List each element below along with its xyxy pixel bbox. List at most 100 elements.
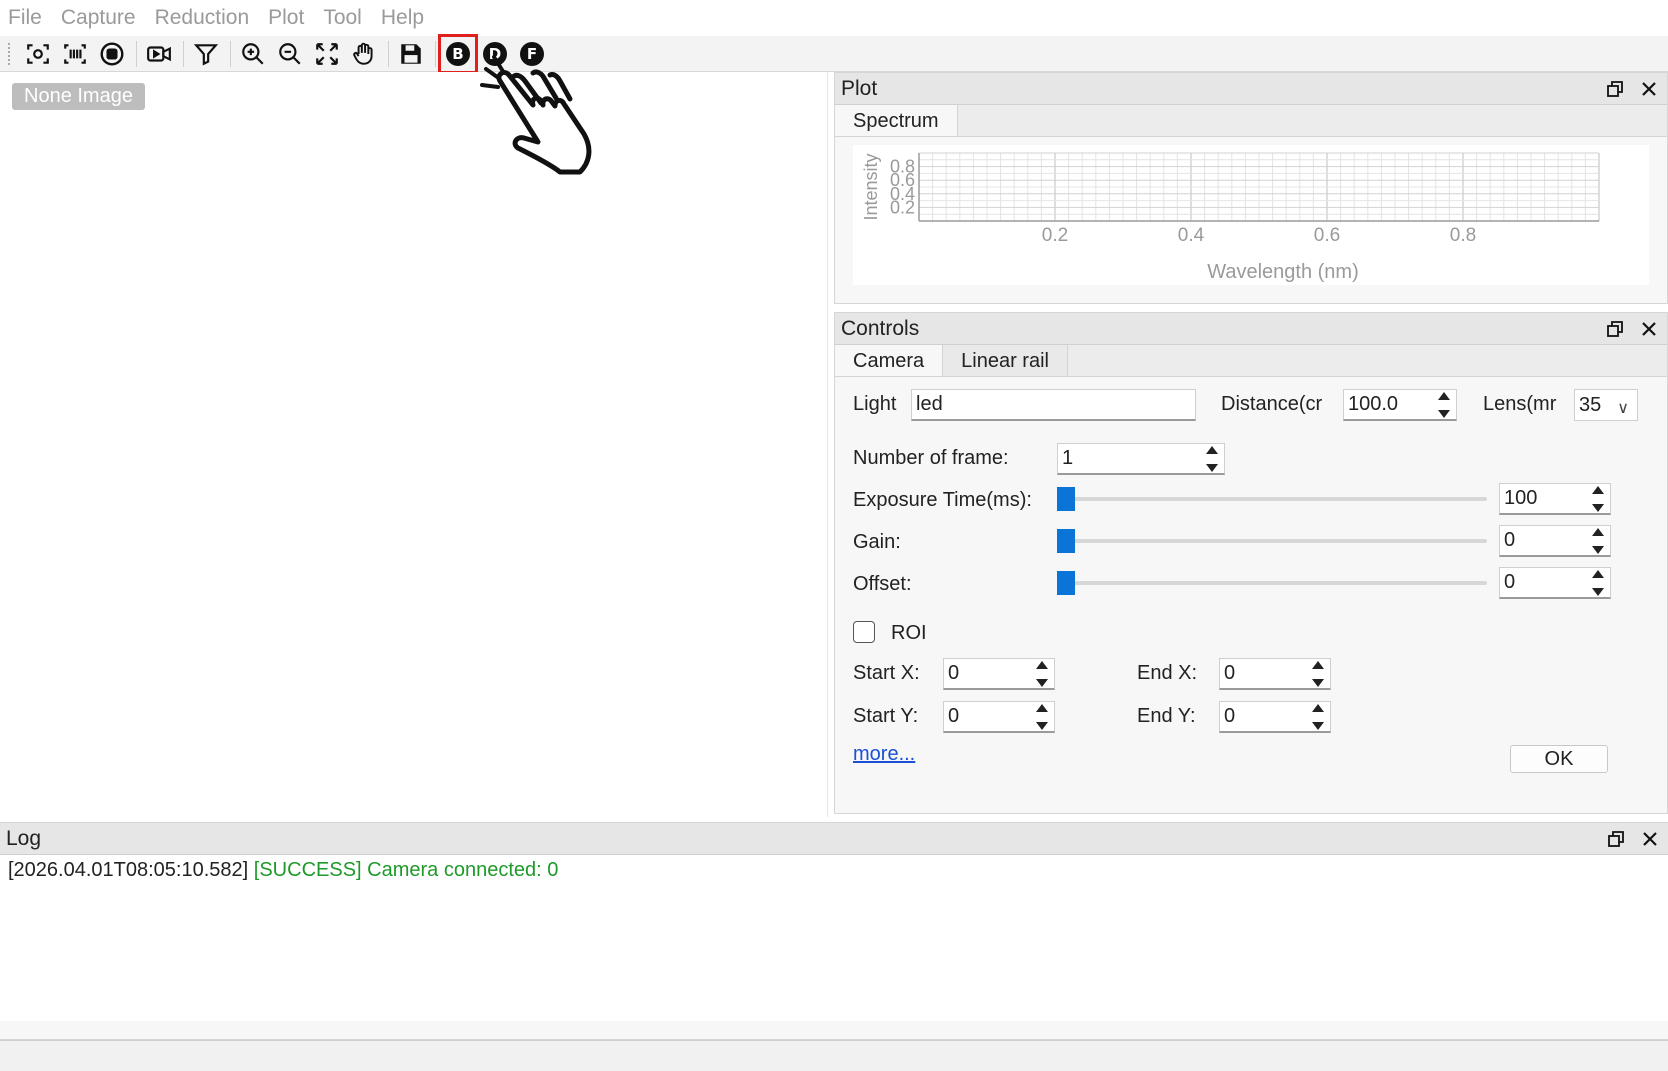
zoom-in-button[interactable] (237, 38, 269, 70)
tab-camera[interactable]: Camera (835, 345, 944, 376)
end-x-value: 0 (1224, 662, 1236, 684)
stop-circle-icon (100, 42, 124, 65)
controls-panel-title-text: Controls (841, 316, 920, 340)
plot-panel-title: Plot (835, 73, 1667, 105)
light-label: Light (853, 393, 897, 415)
start-x-spinbox[interactable]: 0 (943, 658, 1055, 690)
distance-spinbox[interactable]: 100.0 (1343, 389, 1457, 421)
light-input[interactable]: led (911, 389, 1196, 421)
start-x-stepper[interactable] (1034, 661, 1050, 687)
exposure-spinbox[interactable]: 100 (1499, 483, 1611, 515)
frames-stepper[interactable] (1204, 446, 1220, 472)
distance-stepper[interactable] (1436, 392, 1452, 418)
exposure-stepper[interactable] (1590, 486, 1606, 512)
roi-label: ROI (891, 622, 927, 644)
start-y-spinbox[interactable]: 0 (943, 701, 1055, 733)
lens-select[interactable]: 35 ∨ (1574, 389, 1638, 421)
tab-spectrum[interactable]: Spectrum (835, 105, 958, 136)
exposure-slider[interactable] (1057, 487, 1487, 511)
barcode-scan-icon (64, 43, 86, 64)
x-tick-label: 0.2 (1042, 225, 1068, 246)
filter-button[interactable] (190, 38, 222, 70)
zoom-in-icon (242, 42, 264, 65)
offset-stepper[interactable] (1590, 570, 1606, 596)
more-link[interactable]: more... (853, 743, 915, 766)
log-output[interactable]: [2026.04.01T08:05:10.582] [SUCCESS] Came… (0, 855, 1668, 1021)
offset-slider-handle[interactable] (1057, 571, 1075, 595)
toolbar-separator (435, 40, 436, 67)
menu-reduction[interactable]: Reduction (155, 0, 250, 36)
frames-value: 1 (1062, 447, 1074, 469)
toolbar-separator (230, 40, 231, 67)
end-y-stepper[interactable] (1310, 704, 1326, 730)
restore-window-icon[interactable] (1605, 79, 1625, 99)
bias-frame-button[interactable]: B (438, 33, 478, 74)
x-tick-label: 0.6 (1314, 225, 1340, 246)
barcode-scan-button[interactable] (59, 38, 91, 70)
spectrum-plot[interactable]: 0.2 0.4 0.6 0.8 0.2 0.4 0.6 0.8 Wavelength (nm)… (853, 145, 1649, 285)
toolbar-separator (183, 40, 184, 67)
close-icon[interactable] (1639, 319, 1659, 339)
menu-tool[interactable]: Tool (323, 0, 362, 36)
video-record-button[interactable] (143, 38, 175, 70)
menu-file[interactable]: File (8, 0, 42, 36)
log-panel-title-text: Log (6, 826, 42, 850)
plot-ticks: 0.2 0.4 0.6 0.80.20.40.60.8 (890, 157, 1476, 246)
controls-tabs: Camera Linear rail (835, 345, 1667, 377)
log-timestamp: [2026.04.01T08:05:10.582] (8, 859, 249, 881)
distance-value: 100.0 (1348, 393, 1399, 415)
start-x-label: Start X: (853, 662, 920, 684)
end-x-spinbox[interactable]: 0 (1219, 658, 1331, 690)
end-y-label: End Y: (1137, 705, 1196, 727)
exposure-slider-handle[interactable] (1057, 487, 1075, 511)
roi-checkbox[interactable] (853, 621, 875, 643)
pan-button[interactable] (348, 38, 380, 70)
close-icon[interactable] (1640, 829, 1660, 849)
offset-label: Offset: (853, 573, 912, 595)
controls-panel-controls (1605, 313, 1659, 345)
letter-b-icon: B (446, 41, 470, 66)
offset-slider[interactable] (1057, 571, 1487, 595)
log-panel: Log [2026.04.01T08:05:10.582] [SUCCESS] … (0, 822, 1668, 1040)
save-button[interactable] (395, 38, 427, 70)
menu-bar: File Capture Reduction Plot Tool Help (0, 0, 1668, 36)
tab-linear-rail[interactable]: Linear rail (943, 345, 1068, 376)
restore-window-icon[interactable] (1605, 319, 1625, 339)
gain-spinbox[interactable]: 0 (1499, 525, 1611, 557)
zoom-out-button[interactable] (274, 38, 306, 70)
end-y-spinbox[interactable]: 0 (1219, 701, 1331, 733)
menu-help[interactable]: Help (381, 0, 424, 36)
menu-capture[interactable]: Capture (61, 0, 136, 36)
x-tick-label: 0.4 (1178, 225, 1205, 246)
end-y-value: 0 (1224, 705, 1236, 727)
log-panel-title: Log (0, 823, 1668, 855)
controls-panel: Controls Camera Linear rail Light led Di… (834, 312, 1668, 814)
log-entry: [2026.04.01T08:05:10.582] [SUCCESS] Came… (8, 859, 1660, 882)
image-view[interactable]: None Image (0, 72, 828, 817)
video-record-icon (147, 45, 171, 62)
status-bar (0, 1040, 1668, 1071)
start-y-stepper[interactable] (1034, 704, 1050, 730)
lens-value: 35 (1579, 394, 1602, 416)
ok-button[interactable]: OK (1510, 745, 1608, 773)
toolbar-grip[interactable] (8, 42, 12, 65)
gain-label: Gain: (853, 531, 901, 553)
restore-window-icon[interactable] (1606, 829, 1626, 849)
menu-plot[interactable]: Plot (268, 0, 304, 36)
focus-capture-button[interactable] (22, 38, 54, 70)
close-icon[interactable] (1639, 79, 1659, 99)
gain-slider-handle[interactable] (1057, 529, 1075, 553)
gain-slider[interactable] (1057, 529, 1487, 553)
frames-spinbox[interactable]: 1 (1057, 443, 1225, 475)
stop-button[interactable] (96, 38, 128, 70)
controls-panel-title: Controls (835, 313, 1667, 345)
offset-spinbox[interactable]: 0 (1499, 567, 1611, 599)
y-axis-label: Intensity (861, 153, 881, 220)
toolbar: B D F (0, 33, 1668, 74)
fit-screen-button[interactable] (311, 38, 343, 70)
end-x-stepper[interactable] (1310, 661, 1326, 687)
gain-stepper[interactable] (1590, 528, 1606, 554)
start-x-value: 0 (948, 662, 960, 684)
log-message: [SUCCESS] Camera connected: 0 (253, 859, 559, 881)
log-panel-controls (1606, 823, 1660, 855)
